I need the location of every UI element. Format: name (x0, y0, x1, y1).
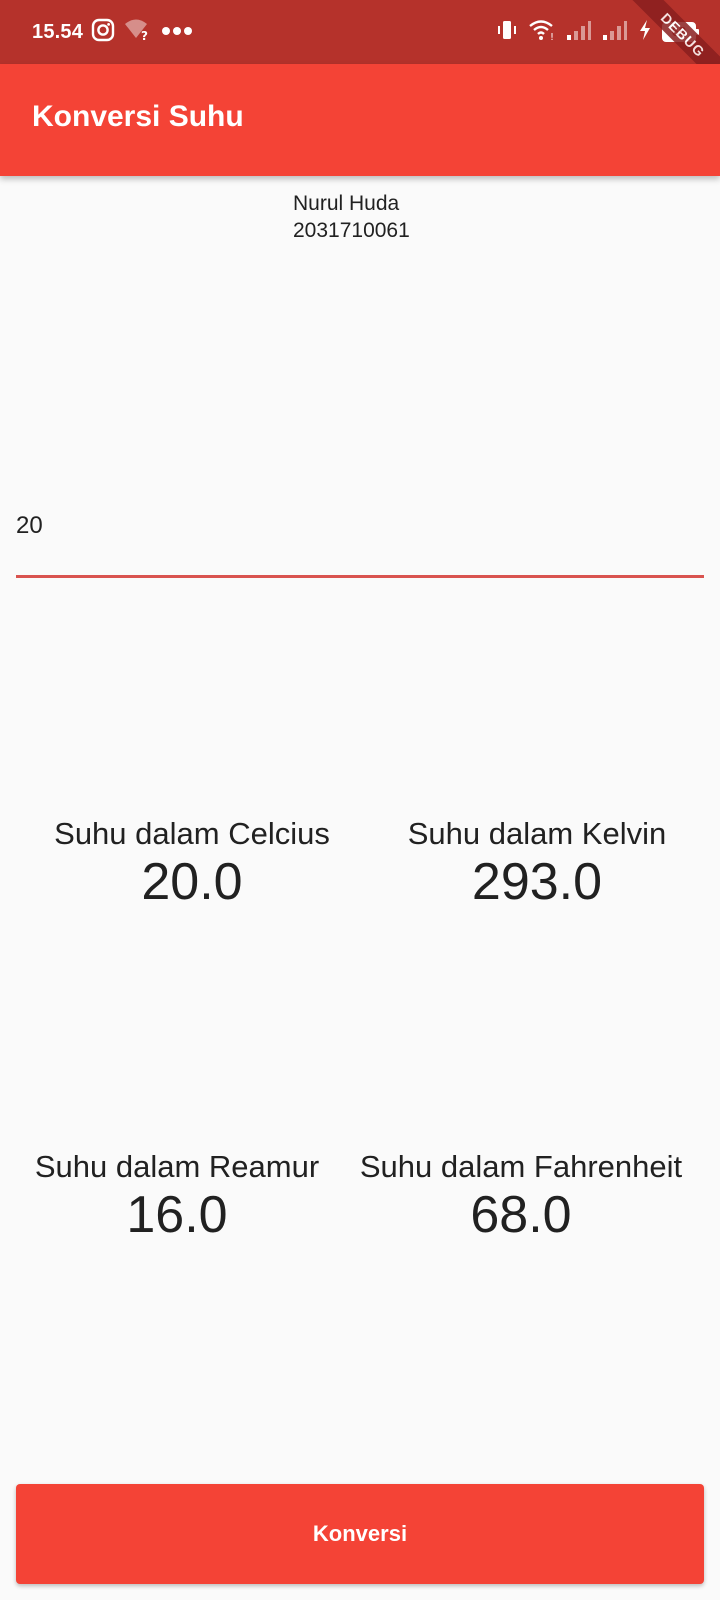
status-left-group: 15.54 ? (32, 18, 193, 46)
battery-icon: 69 (662, 22, 699, 42)
result-kelvin: Suhu dalam Kelvin 293.0 (362, 815, 712, 911)
result-fahrenheit-label: Suhu dalam Fahrenheit (359, 1149, 683, 1184)
result-celcius-label: Suhu dalam Celcius (54, 816, 330, 851)
app-bar: Konversi Suhu (0, 64, 720, 176)
svg-text:!: ! (550, 32, 554, 42)
result-fahrenheit: Suhu dalam Fahrenheit 68.0 (346, 1148, 696, 1244)
result-fahrenheit-value: 68.0 (470, 1186, 572, 1244)
status-right-group: ! 69 (496, 18, 699, 47)
vibrate-icon (496, 18, 518, 47)
convert-button[interactable]: Konversi (16, 1484, 704, 1584)
temperature-input-field (16, 505, 704, 581)
result-celcius: Suhu dalam Celcius 20.0 (17, 815, 367, 911)
result-celcius-value: 20.0 (141, 853, 243, 911)
student-info: Nurul Huda 2031710061 (293, 190, 410, 244)
wifi-question-icon: ? (123, 18, 153, 47)
input-underline (16, 575, 704, 578)
more-dots-icon (161, 23, 193, 41)
result-reamur: Suhu dalam Reamur 16.0 (2, 1148, 352, 1244)
result-kelvin-label: Suhu dalam Kelvin (407, 816, 667, 851)
student-name: Nurul Huda (293, 192, 400, 215)
status-time: 15.54 (32, 20, 84, 43)
charging-icon (638, 19, 652, 46)
result-reamur-value: 16.0 (126, 1186, 228, 1244)
status-bar: 15.54 ? ! 69 (0, 0, 720, 64)
temperature-input[interactable] (16, 505, 704, 577)
wifi-icon: ! (528, 18, 556, 47)
student-nim: 2031710061 (293, 219, 410, 242)
result-reamur-label: Suhu dalam Reamur (34, 1149, 320, 1184)
signal-icon (602, 19, 628, 46)
signal-icon (566, 19, 592, 46)
result-kelvin-value: 293.0 (471, 853, 603, 911)
app-title: Konversi Suhu (32, 100, 244, 133)
svg-text:?: ? (141, 29, 148, 42)
instagram-icon (91, 18, 115, 47)
